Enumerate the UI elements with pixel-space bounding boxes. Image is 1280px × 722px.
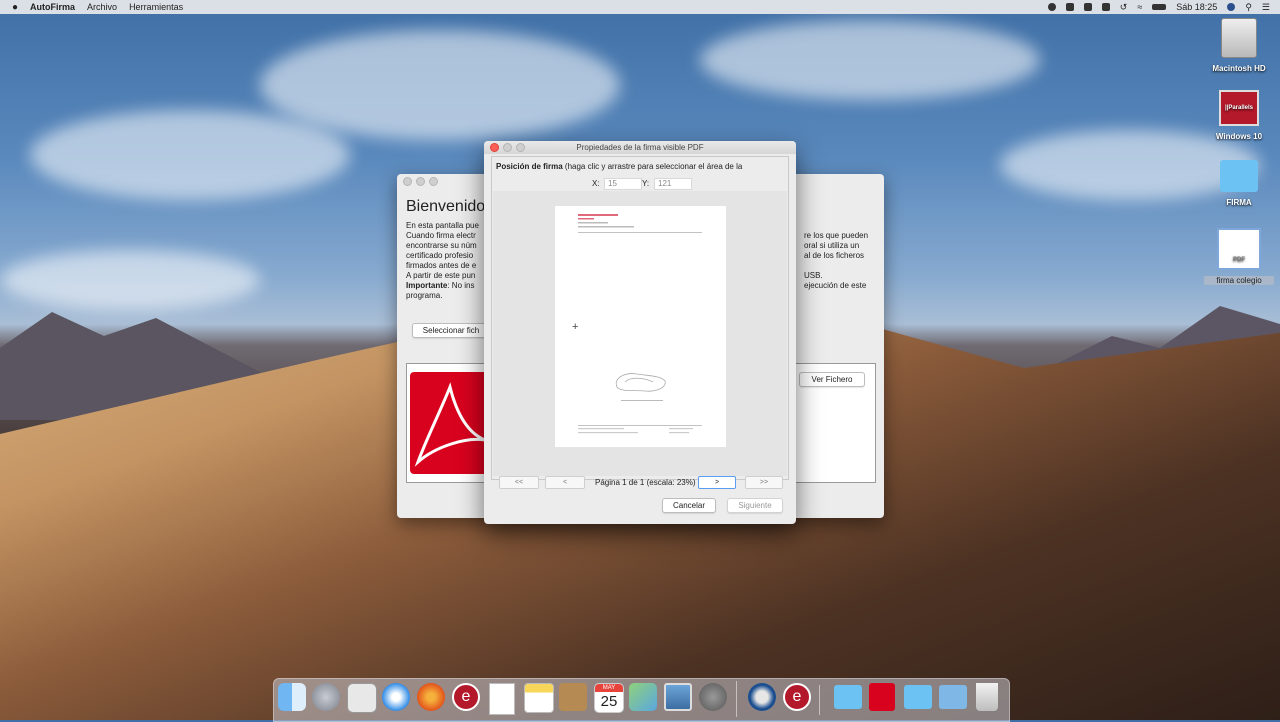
- desktop-icon-firma[interactable]: FIRMA: [1204, 160, 1274, 207]
- menu-app-name[interactable]: AutoFirma: [30, 2, 75, 12]
- menu-archivo[interactable]: Archivo: [87, 2, 117, 12]
- calendar-icon[interactable]: MAY 25: [594, 683, 624, 713]
- next-page-button[interactable]: >: [698, 476, 736, 489]
- acrobat-icon[interactable]: [869, 683, 895, 711]
- zoom-icon[interactable]: [429, 176, 438, 186]
- calendar-month: MAY: [595, 684, 623, 692]
- adobe-pdf-logo: [410, 372, 490, 474]
- clock-text[interactable]: Sáb 18:25: [1176, 2, 1217, 12]
- search-icon[interactable]: ⚲: [1245, 2, 1252, 13]
- cloud: [260, 30, 620, 140]
- cancel-button[interactable]: Cancelar: [662, 498, 716, 513]
- acrobat-icon: [414, 382, 486, 467]
- wifi-icon[interactable]: ≈: [1137, 2, 1142, 12]
- view-file-button[interactable]: Ver Fichero: [799, 372, 865, 387]
- cloud: [0, 250, 260, 310]
- x-label: X:: [592, 179, 600, 188]
- autofirma-dock-icon[interactable]: e: [452, 683, 480, 711]
- quicktime-icon[interactable]: [748, 683, 776, 711]
- parallels-icon: ||Parallels: [1219, 90, 1259, 126]
- desktop-icon-macintosh-hd[interactable]: Macintosh HD: [1204, 18, 1274, 73]
- welcome-title: Bienvenido: [406, 198, 486, 215]
- y-coordinate-field[interactable]: 121: [654, 178, 692, 190]
- cloud: [700, 20, 1040, 100]
- signature-properties-dialog: Propiedades de la firma visible PDF Posi…: [484, 141, 796, 524]
- preview-icon[interactable]: [664, 683, 692, 711]
- cloud: [30, 110, 350, 200]
- dialog-title: Propiedades de la firma visible PDF: [576, 143, 704, 152]
- crosshair-icon: +: [572, 321, 579, 333]
- contacts-icon[interactable]: [559, 683, 587, 711]
- folder-icon[interactable]: [834, 685, 862, 709]
- firefox-icon[interactable]: [417, 683, 445, 711]
- dock: e MAY 25 e: [273, 678, 1010, 722]
- x-coordinate-field[interactable]: 15: [604, 178, 642, 190]
- textedit-icon[interactable]: [489, 683, 515, 715]
- folder-icon: [1220, 160, 1258, 192]
- airplay-icon[interactable]: [1101, 3, 1110, 11]
- desktop-icon-firma-colegio[interactable]: PDF firma colegio: [1204, 228, 1274, 285]
- close-icon[interactable]: [403, 176, 412, 186]
- important-text: : No ins: [447, 281, 475, 290]
- safari-icon[interactable]: [382, 683, 410, 711]
- applications-folder-icon[interactable]: [939, 685, 967, 709]
- desktop-icon-label: FIRMA: [1226, 198, 1252, 207]
- dialog-titlebar: Propiedades de la firma visible PDF: [484, 141, 796, 154]
- hard-drive-icon: [1221, 18, 1257, 58]
- pdf-file-icon: PDF: [1217, 228, 1261, 270]
- first-page-button[interactable]: <<: [499, 476, 539, 489]
- screenshot-icon[interactable]: [347, 683, 377, 713]
- notes-icon[interactable]: [524, 683, 554, 713]
- select-file-button[interactable]: Seleccionar fich: [412, 323, 490, 338]
- text-line: oral si utiliza un: [804, 241, 860, 250]
- desktop-icon-label: Windows 10: [1215, 132, 1263, 141]
- desktop-icon-windows-10[interactable]: ||Parallels Windows 10: [1204, 90, 1274, 141]
- battery-icon[interactable]: [1152, 4, 1167, 10]
- y-label: Y:: [642, 179, 650, 188]
- desktop-icon-label: firma colegio: [1204, 276, 1274, 285]
- pdf-preview-area[interactable]: + << < Página 1 de 1 (escala: 23%) > >>: [493, 191, 787, 489]
- autofirma-running-icon[interactable]: e: [783, 683, 811, 711]
- position-hint: (haga clic y arrastre para seleccionar e…: [562, 162, 743, 171]
- user-icon[interactable]: [1227, 3, 1236, 11]
- desktop-icon-label: Macintosh HD: [1212, 64, 1266, 73]
- important-label: Importante: [406, 281, 448, 290]
- launchpad-icon[interactable]: [312, 683, 340, 711]
- previous-page-button[interactable]: <: [545, 476, 585, 489]
- maps-icon[interactable]: [629, 683, 657, 711]
- signature-position-panel: Posición de firma (haga clic y arrastre …: [491, 156, 789, 489]
- dock-separator: [819, 685, 820, 715]
- next-button[interactable]: Siguiente: [727, 498, 783, 513]
- apple-icon[interactable]: ●: [12, 2, 18, 13]
- trash-icon[interactable]: [976, 683, 998, 711]
- position-label: Posición de firma: [496, 162, 563, 171]
- pdf-page-thumbnail[interactable]: [555, 206, 726, 447]
- page-indicator: Página 1 de 1 (escala: 23%): [595, 478, 696, 487]
- pdf-page-content: [578, 214, 702, 434]
- downloads-folder-icon[interactable]: [904, 685, 932, 709]
- text-line: al de los ficheros: [804, 251, 865, 260]
- minimize-icon[interactable]: [416, 176, 425, 186]
- text-line: USB.: [804, 271, 823, 280]
- last-page-button[interactable]: >>: [745, 476, 783, 489]
- time-machine-icon[interactable]: ↺: [1120, 2, 1128, 13]
- calendar-day: 25: [600, 693, 618, 710]
- system-preferences-icon[interactable]: [699, 683, 727, 711]
- text-line: ejecución de este: [804, 281, 867, 290]
- screen-icon[interactable]: [1065, 3, 1074, 11]
- menu-list-icon[interactable]: ☰: [1262, 2, 1270, 13]
- dock-separator: [736, 681, 737, 717]
- position-instructions: Posición de firma (haga clic y arrastre …: [496, 162, 786, 171]
- dropbox-icon[interactable]: [1083, 3, 1092, 11]
- record-icon[interactable]: [1047, 3, 1056, 11]
- text-line: re los que pueden: [804, 231, 869, 240]
- menu-bar: ● AutoFirma Archivo Herramientas ↺ ≈ Sáb…: [0, 0, 1280, 14]
- finder-icon[interactable]: [278, 683, 306, 711]
- menu-herramientas[interactable]: Herramientas: [129, 2, 183, 12]
